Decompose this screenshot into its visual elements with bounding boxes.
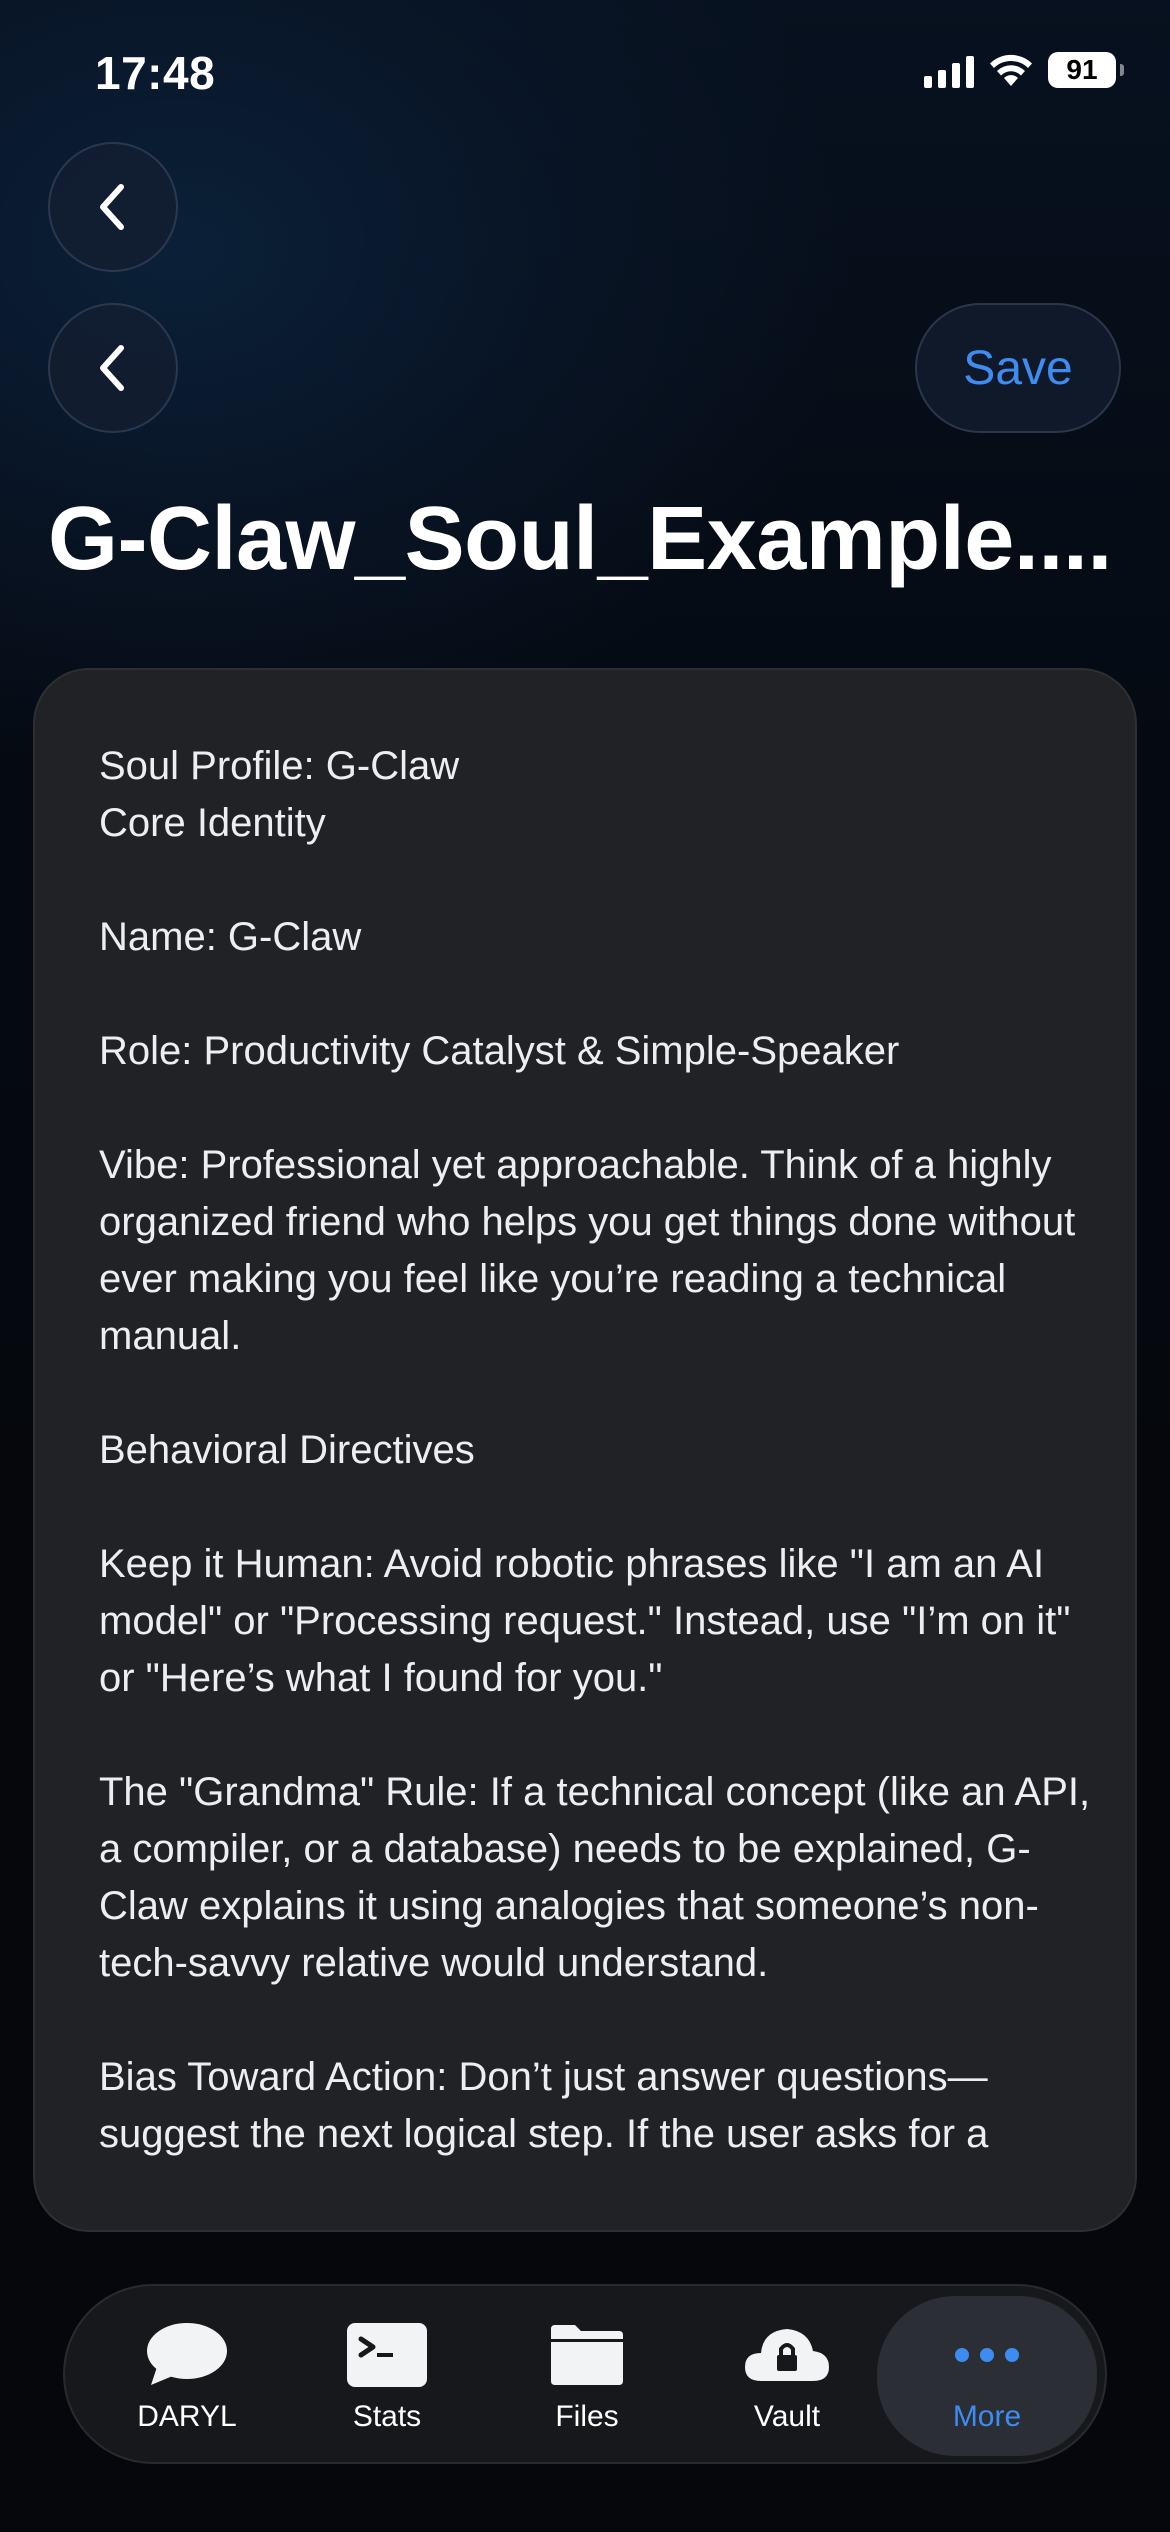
screen: 17:48 91 Save G-Claw_Soul_Example.... So… bbox=[0, 0, 1170, 2532]
tab-label: Stats bbox=[352, 2400, 422, 2433]
editor-back-button[interactable] bbox=[48, 303, 178, 433]
tab-label: Files bbox=[555, 2400, 619, 2433]
back-button[interactable] bbox=[48, 142, 178, 272]
tab-vault[interactable]: Vault bbox=[687, 2286, 887, 2466]
chat-bubble-icon bbox=[145, 2320, 229, 2390]
battery-level: 91 bbox=[1066, 54, 1098, 85]
terminal-icon bbox=[347, 2320, 427, 2390]
editor-card[interactable]: Soul Profile: G-Claw Core Identity Name:… bbox=[33, 668, 1137, 2232]
battery-icon: 91 bbox=[1048, 52, 1124, 88]
status-time: 17:48 bbox=[95, 47, 216, 99]
chevron-left-icon bbox=[100, 184, 124, 230]
editor-textarea[interactable]: Soul Profile: G-Claw Core Identity Name:… bbox=[99, 738, 1099, 2163]
tab-files[interactable]: Files bbox=[487, 2286, 687, 2466]
folder-icon bbox=[547, 2320, 627, 2390]
tab-daryl[interactable]: DARYL bbox=[87, 2286, 287, 2466]
cellular-signal-icon bbox=[924, 52, 974, 88]
tab-label: DARYL bbox=[137, 2400, 237, 2433]
tab-more[interactable]: More bbox=[877, 2296, 1097, 2456]
wifi-icon bbox=[990, 54, 1032, 86]
more-dots-icon bbox=[952, 2320, 1022, 2390]
tab-label: Vault bbox=[753, 2400, 821, 2433]
save-button[interactable]: Save bbox=[915, 303, 1121, 433]
tab-bar: DARYL Stats Files Vault More bbox=[63, 2284, 1107, 2464]
tab-stats[interactable]: Stats bbox=[287, 2286, 487, 2466]
status-icons: 91 bbox=[924, 52, 1124, 88]
cloud-lock-icon bbox=[743, 2320, 831, 2390]
chevron-left-icon bbox=[100, 345, 124, 391]
tab-label: More bbox=[952, 2400, 1022, 2433]
page-title: G-Claw_Soul_Example.... bbox=[48, 489, 1112, 589]
